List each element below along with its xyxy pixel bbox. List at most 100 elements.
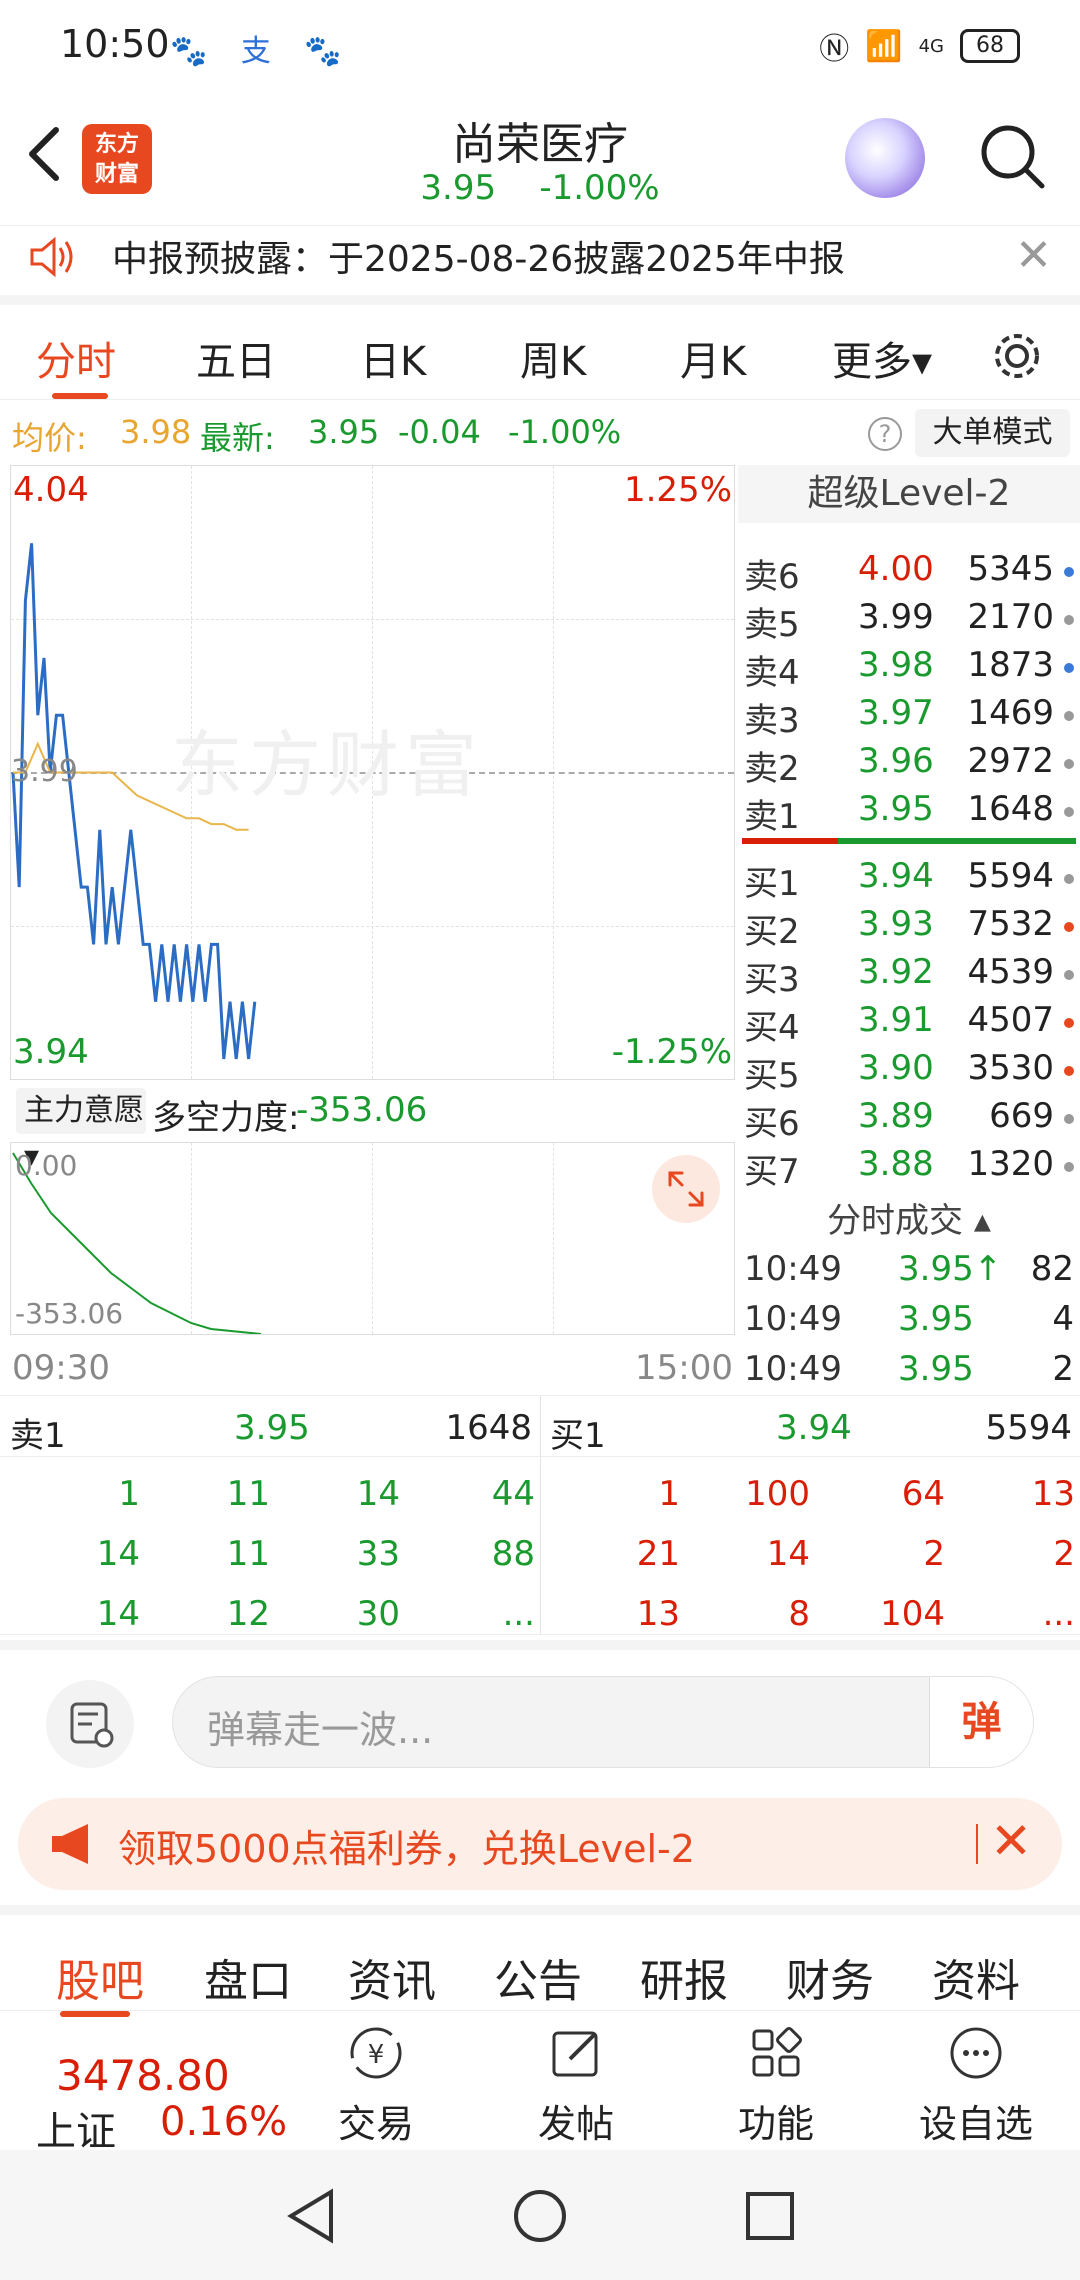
post-label: 发帖 — [537, 2102, 614, 2146]
tab-more[interactable]: 更多▾ — [832, 329, 932, 387]
buy-queue-cell: 64 — [901, 1474, 945, 1514]
order-volume: 4539 — [967, 952, 1054, 992]
level2-orderbook[interactable]: 超级Level-2 卖6 4.00 5345 卖5 3.99 2170 卖4 3.98 1873… — [738, 465, 1080, 1241]
danmaku-placeholder: 弹幕走一波... — [207, 1708, 434, 1752]
l1-buy-price: 3.94 — [776, 1408, 852, 1448]
speaker-icon — [30, 236, 73, 278]
add-watchlist-label: 设自选 — [918, 2102, 1033, 2146]
order-volume: 7532 — [967, 904, 1054, 944]
close-icon[interactable]: ✕ — [1015, 230, 1052, 281]
close-icon[interactable]: ✕ — [990, 1812, 1032, 1870]
sell-order-row: 卖4 3.98 1873 — [738, 641, 1080, 693]
notes-icon[interactable] — [46, 1680, 134, 1768]
order-dot — [1064, 711, 1074, 721]
recents-nav-icon[interactable] — [744, 2190, 796, 2242]
order-price: 3.98 — [858, 645, 934, 685]
big-order-mode-button[interactable]: 大单模式 — [915, 409, 1070, 457]
trade-volume: 2 — [1052, 1349, 1074, 1389]
trades-title[interactable]: 分时成交 ▴ — [738, 1193, 1080, 1242]
expand-icon[interactable] — [652, 1155, 720, 1223]
ai-assistant-avatar[interactable] — [845, 118, 925, 198]
intraday-chart[interactable]: 东方财富 4.04 1.25% 3.99 3.94 -1.25% — [10, 465, 735, 1080]
indicator-dropdown[interactable]: 主力意愿 ▾ — [16, 1088, 146, 1174]
notice-bar[interactable]: 中报预披露：于2025-08-26披露2025年中报 ✕ — [0, 225, 1080, 287]
book-split-bar — [742, 838, 1076, 844]
order-volume: 4507 — [967, 1000, 1054, 1040]
system-nav-bar — [0, 2150, 1080, 2280]
trade-button[interactable]: ¥ 交易 — [296, 2025, 456, 2148]
trade-row: 10:49 3.95↑ 82 — [738, 1245, 1080, 1293]
order-volume: 3530 — [967, 1048, 1054, 1088]
order-label: 卖6 — [744, 557, 800, 597]
promo-banner[interactable]: 领取5000点福利券，兑换Level-2 ✕ — [18, 1798, 1062, 1890]
order-dot — [1064, 1018, 1074, 1028]
tab-daily-k[interactable]: 日K — [360, 329, 426, 387]
trade-time: 10:49 — [744, 1299, 842, 1339]
force-subchart[interactable]: 0.00 -353.06 — [10, 1142, 735, 1335]
tab-weekly-k[interactable]: 周K — [520, 329, 586, 387]
y-axis-top-label: 4.04 — [13, 470, 89, 510]
order-dot — [1064, 807, 1074, 817]
tab-five-day[interactable]: 五日 — [196, 329, 276, 387]
time-axis-start: 09:30 — [12, 1348, 110, 1388]
tab-news[interactable]: 资讯 — [348, 1945, 436, 2009]
back-nav-icon[interactable] — [285, 2188, 337, 2244]
danmaku-input[interactable]: 弹幕走一波... 弹 — [172, 1676, 1034, 1768]
trade-price: 3.95 — [898, 1299, 974, 1339]
tab-announcements[interactable]: 公告 — [494, 1945, 582, 2009]
sell-queue-cell: 30 — [356, 1594, 400, 1634]
order-price: 3.99 — [858, 597, 934, 637]
features-button[interactable]: 功能 — [696, 2025, 856, 2148]
order-dot — [1064, 567, 1074, 577]
notice-text: 中报预披露：于2025-08-26披露2025年中报 — [112, 239, 845, 280]
order-label: 买1 — [744, 864, 800, 904]
y-axis-mid-label: 3.99 — [11, 754, 78, 789]
battery-icon: 68 — [960, 29, 1020, 63]
post-button[interactable]: 发帖 — [496, 2025, 656, 2148]
add-watchlist-button[interactable]: 设自选 — [896, 2025, 1056, 2148]
tab-forum[interactable]: 股吧 — [56, 1945, 144, 2009]
svg-text:¥: ¥ — [368, 2040, 385, 2070]
buy-queue-cell: 2 — [1053, 1534, 1075, 1574]
order-volume: 2972 — [967, 741, 1054, 781]
index-value: 3478.80 — [56, 2051, 230, 2100]
tab-monthly-k[interactable]: 月K — [680, 329, 746, 387]
active-tab-indicator — [52, 393, 108, 399]
order-volume: 669 — [989, 1096, 1054, 1136]
status-right: Ⓝ 📶 4G 68 — [819, 24, 1020, 68]
search-icon[interactable] — [978, 122, 1048, 192]
order-label: 买7 — [744, 1152, 800, 1192]
order-price: 3.91 — [858, 1000, 934, 1040]
order-volume: 1648 — [967, 789, 1054, 829]
status-bar: 10:50 🐾 支 🐾 Ⓝ 📶 4G 68 — [0, 0, 1080, 90]
order-price: 3.97 — [858, 693, 934, 733]
l1-sell-vol: 1648 — [445, 1408, 532, 1448]
buy-queue-cell: 104 — [880, 1594, 945, 1634]
stock-change-pct: -1.00% — [539, 168, 660, 208]
sell-queue-cell: 11 — [226, 1534, 270, 1574]
trade-price: 3.95 — [898, 1349, 974, 1389]
help-icon[interactable]: ? — [868, 417, 902, 451]
trade-row: 10:49 3.95 4 — [738, 1295, 1080, 1343]
order-price: 3.88 — [858, 1144, 934, 1184]
sell-order-row: 卖1 3.95 1648 — [738, 785, 1080, 837]
tab-intraday[interactable]: 分时 — [36, 329, 116, 387]
order-dot — [1064, 1162, 1074, 1172]
sell-queue-cell: 12 — [226, 1594, 270, 1634]
gear-icon[interactable] — [990, 329, 1044, 383]
danmaku-send-button[interactable]: 弹 — [929, 1677, 1033, 1767]
price-chart-svg — [11, 543, 257, 1060]
tab-profile[interactable]: 资料 — [932, 1945, 1020, 2009]
trade-list[interactable]: 10:49 3.95↑ 82 10:49 3.95 4 10:49 3.95 2 — [738, 1245, 1080, 1395]
tab-research[interactable]: 研报 — [640, 1945, 728, 2009]
chart-tab-bar: 分时 五日 日K 周K 月K 更多▾ — [0, 295, 1080, 400]
avg-price-value: 3.98 — [120, 413, 192, 451]
tab-handicap[interactable]: 盘口 — [204, 1945, 292, 2009]
trade-price: 3.95↑ — [898, 1249, 1003, 1289]
index-pct: 0.16% — [160, 2099, 288, 2145]
home-nav-icon[interactable] — [512, 2188, 568, 2244]
order-volume: 1320 — [967, 1144, 1054, 1184]
trade-volume: 4 — [1052, 1299, 1074, 1339]
tab-finance[interactable]: 财务 — [786, 1945, 874, 2009]
apps-icon — [752, 2027, 802, 2077]
